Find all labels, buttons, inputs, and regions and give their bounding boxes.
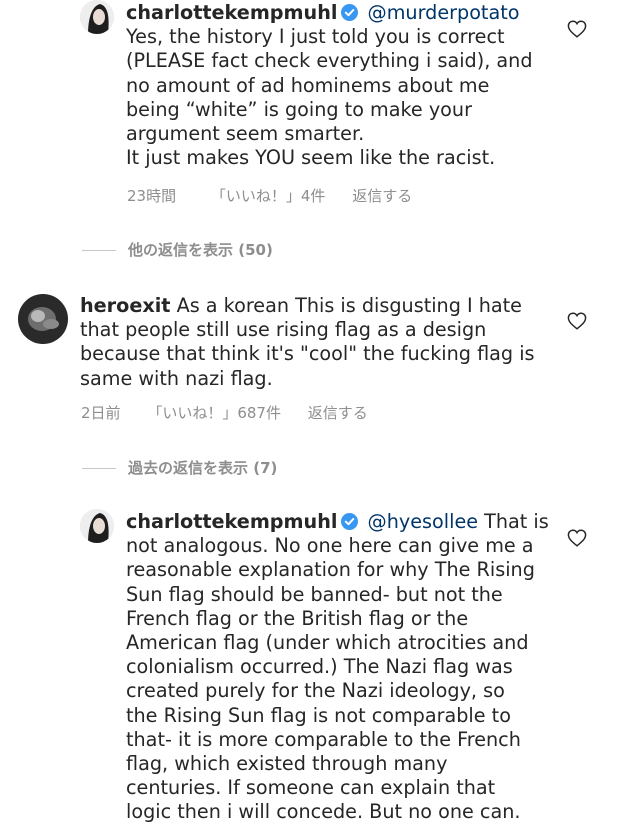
username[interactable]: heroexit <box>80 294 170 317</box>
comment-line: created purely for the Nazi ideology, so <box>126 679 505 703</box>
like-heart-icon[interactable] <box>567 20 587 38</box>
comment-line: same with nazi flag. <box>80 366 273 390</box>
view-replies-button[interactable]: 他の返信を表示 (50) <box>82 239 273 260</box>
comment-line: flag, which existed through many <box>126 752 448 776</box>
timestamp: 23時間 <box>127 187 177 205</box>
username[interactable]: charlottekempmuhl <box>126 510 337 533</box>
comment-meta: 2日前 「いいね！」687件 返信する <box>81 402 368 423</box>
comment-line: argument seem smarter. <box>126 122 365 146</box>
comment-body: charlottekempmuhl @hyesollee That is not… <box>126 510 566 825</box>
comment-line: (PLEASE fact check everything i said), a… <box>126 49 533 73</box>
comment-line: colonialism occurred.) The Nazi flag was <box>126 655 513 679</box>
comment-line: reasonable explanation for why The Risin… <box>126 558 535 582</box>
verified-badge-icon <box>341 512 359 530</box>
reply-button[interactable]: 返信する <box>352 185 412 206</box>
comment-body: heroexit As a korean This is disgusting … <box>80 294 560 391</box>
comment-line: American flag (under which atrocities an… <box>126 631 529 655</box>
avatar[interactable] <box>80 0 114 34</box>
comment-line: that- it is more comparable to the Frenc… <box>126 727 521 751</box>
comment-meta: 23時間 「いいね！」4件 返信する <box>127 185 412 206</box>
mention-link[interactable]: @murderpotato <box>368 1 520 24</box>
avatar[interactable] <box>80 509 114 543</box>
divider-line <box>82 250 116 251</box>
reply-button[interactable]: 返信する <box>308 402 368 423</box>
like-heart-icon[interactable] <box>567 312 587 330</box>
view-replies-label: 過去の返信を表示 (7) <box>128 459 278 477</box>
comment-line: being “white” is going to make your <box>126 97 472 121</box>
comment-line: centuries. If someone can explain that <box>126 776 496 800</box>
comment-line: Yes, the history I just told you is corr… <box>126 25 505 49</box>
username[interactable]: charlottekempmuhl <box>126 1 337 24</box>
like-heart-icon[interactable] <box>567 529 587 547</box>
comment-line: logic then i will concede. But no one ca… <box>126 800 521 824</box>
comment-line: That is <box>484 510 549 533</box>
avatar[interactable] <box>18 294 68 344</box>
view-replies-button[interactable]: 過去の返信を表示 (7) <box>82 457 277 478</box>
likes-count[interactable]: 「いいね！」4件 <box>211 185 326 206</box>
comment-line: It just makes YOU seem like the racist. <box>126 146 496 170</box>
comment-line: Sun flag should be banned- but not the <box>126 582 503 606</box>
comment-line: French flag or the British flag or the <box>126 606 469 630</box>
comment-line: no amount of ad hominems about me <box>126 73 490 97</box>
verified-badge-icon <box>341 3 359 21</box>
divider-line <box>82 468 116 469</box>
comment-line: As a korean This is disgusting I hate <box>176 294 522 317</box>
timestamp: 2日前 <box>81 404 121 422</box>
mention-link[interactable]: @hyesollee <box>368 510 479 533</box>
comment-line: not analogous. No one here can give me a <box>126 534 534 558</box>
view-replies-label: 他の返信を表示 (50) <box>128 241 273 259</box>
comment-line: because that think it's "cool" the fucki… <box>80 342 535 366</box>
comment-body: charlottekempmuhl @murderpotato Yes, the… <box>126 1 556 170</box>
likes-count[interactable]: 「いいね！」687件 <box>147 402 281 423</box>
comment-line: the Rising Sun flag is not comparable to <box>126 703 511 727</box>
comment-line: that people still use rising flag as a d… <box>80 318 487 342</box>
